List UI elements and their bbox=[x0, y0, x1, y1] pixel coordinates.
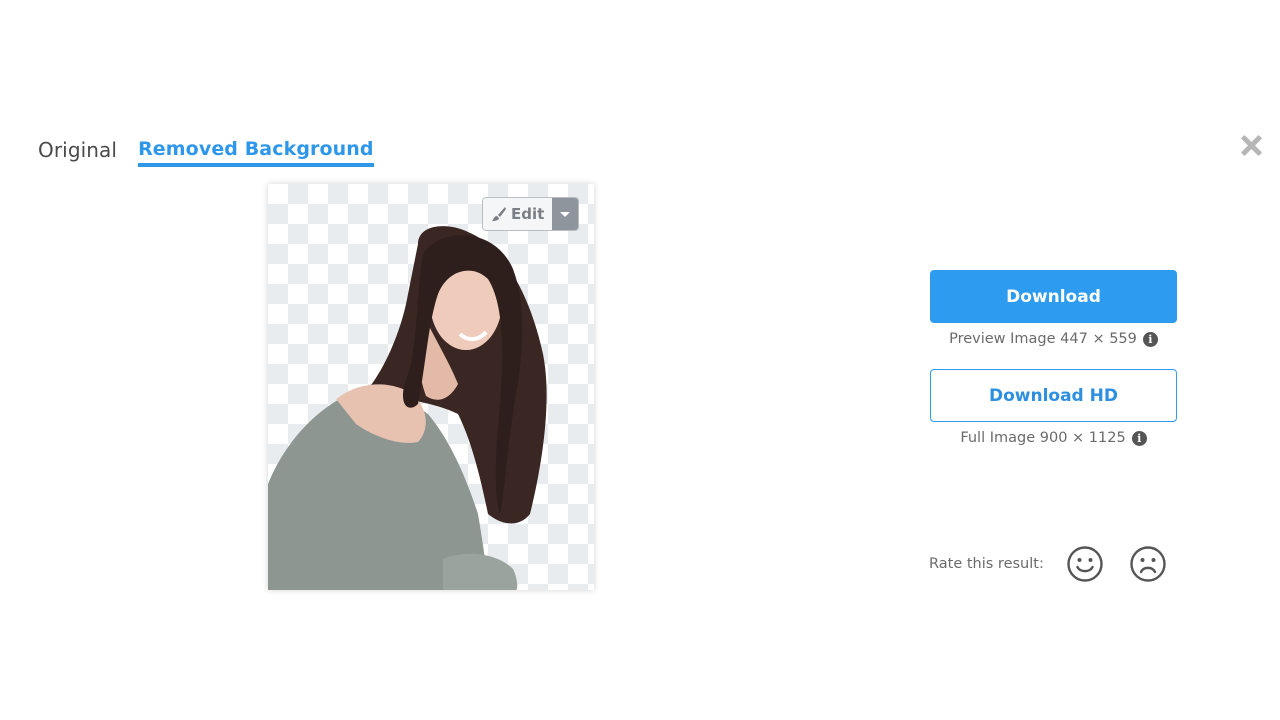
brush-icon bbox=[492, 207, 506, 221]
edit-dropdown-toggle[interactable] bbox=[552, 198, 579, 230]
info-icon[interactable]: i bbox=[1131, 430, 1147, 446]
remove-bg-result-page: Original Removed Background Edit Downloa… bbox=[0, 0, 1280, 720]
full-image-size: Full Image 900 × 1125 bbox=[960, 430, 1126, 446]
download-actions: Download Preview Image 447 × 559 i Downl… bbox=[930, 270, 1177, 446]
rate-label: Rate this result: bbox=[929, 556, 1044, 572]
info-icon[interactable]: i bbox=[1142, 331, 1158, 347]
view-tabs: Original Removed Background bbox=[38, 138, 374, 168]
download-hd-button[interactable]: Download HD bbox=[930, 369, 1177, 422]
caret-down-icon bbox=[560, 211, 571, 217]
rating-section: Rate this result: bbox=[929, 545, 1167, 583]
preview-image-info: Preview Image 447 × 559 i bbox=[930, 331, 1177, 347]
subject-cutout bbox=[268, 226, 547, 590]
edit-button-group: Edit bbox=[483, 198, 579, 230]
tab-original[interactable]: Original bbox=[38, 138, 117, 168]
close-icon[interactable] bbox=[1238, 133, 1264, 159]
edit-label: Edit bbox=[511, 205, 545, 223]
download-button[interactable]: Download bbox=[930, 270, 1177, 323]
full-image-info: Full Image 900 × 1125 i bbox=[930, 430, 1177, 446]
tab-removed-background[interactable]: Removed Background bbox=[138, 138, 374, 167]
edit-button[interactable]: Edit bbox=[483, 198, 553, 230]
result-image: Edit bbox=[268, 184, 594, 590]
happy-face-icon[interactable] bbox=[1066, 545, 1104, 583]
sad-face-icon[interactable] bbox=[1129, 545, 1167, 583]
preview-image-size: Preview Image 447 × 559 bbox=[949, 331, 1137, 347]
